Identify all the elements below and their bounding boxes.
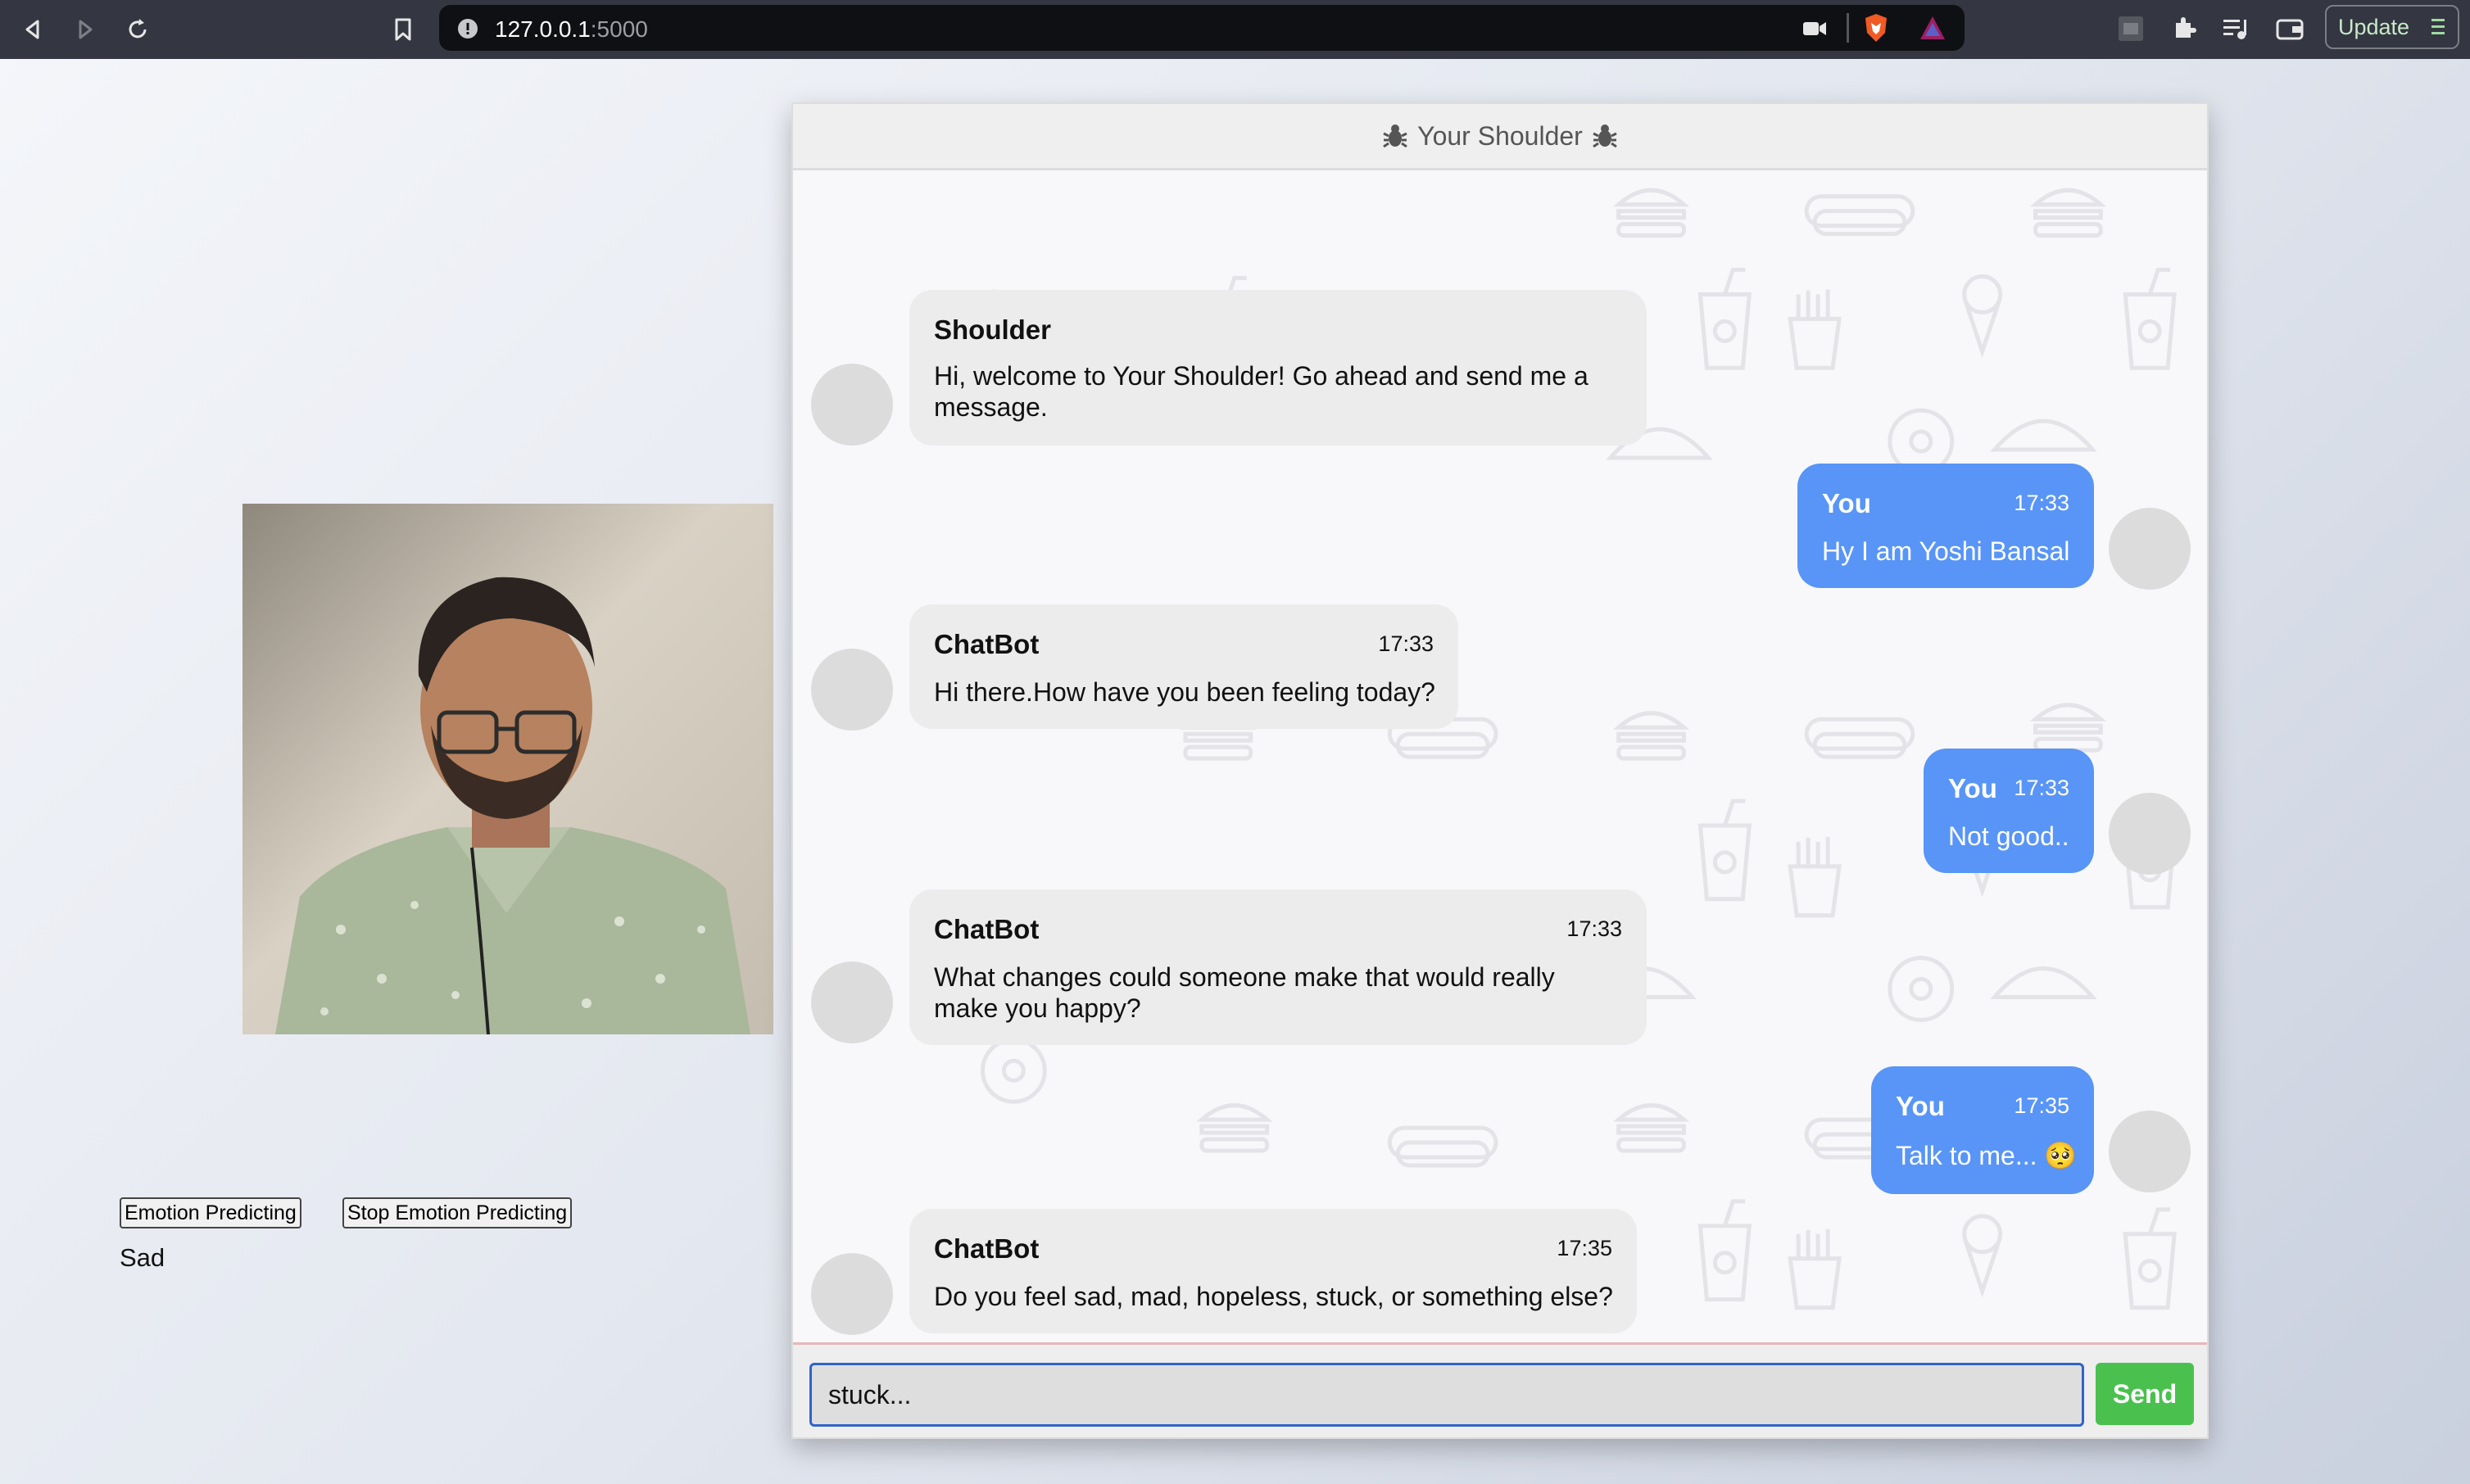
chat-title: Your Shoulder: [1417, 120, 1583, 151]
message-time: 17:35: [2014, 1093, 2069, 1118]
browser-toolbar: 127.0.0.1:5000 Update: [0, 0, 2470, 59]
chat-header: Your Shoulder: [793, 104, 2207, 170]
message-time: 17:33: [2014, 491, 2069, 515]
back-icon[interactable]: [15, 11, 51, 48]
message-sender: You: [1896, 1091, 1945, 1121]
message-text: Hi there.How have you been feeling today…: [934, 677, 1435, 707]
message-sender: ChatBot: [934, 629, 1040, 659]
message-time: 17:33: [1378, 631, 1434, 656]
screen-capture-icon[interactable]: [2117, 15, 2145, 47]
message-text: Not good..: [1948, 821, 2069, 851]
bug-icon: [1383, 124, 1408, 148]
message-sender: Shoulder: [934, 314, 1052, 345]
send-button[interactable]: Send: [2096, 1363, 2194, 1425]
message-sender: You: [1822, 488, 1871, 518]
emotion-predicting-button[interactable]: Emotion Predicting: [120, 1197, 301, 1228]
message-time: 17:33: [1566, 916, 1622, 941]
reload-icon[interactable]: [120, 11, 156, 48]
message-sender: ChatBot: [934, 1233, 1040, 1264]
update-button[interactable]: Update: [2325, 5, 2459, 49]
emotion-predicting-label: Emotion Predicting: [125, 1201, 297, 1224]
url-port: :5000: [590, 16, 648, 42]
message-bubble: You 17:33 Hy I am Yoshi Bansal: [1797, 464, 2094, 588]
message-input[interactable]: [809, 1363, 2084, 1427]
address-bar[interactable]: 127.0.0.1:5000: [439, 5, 1965, 51]
user-avatar: [2109, 1111, 2191, 1192]
stop-emotion-predicting-label: Stop Emotion Predicting: [347, 1201, 568, 1224]
message-text: Do you feel sad, mad, hopeless, stuck, o…: [934, 1282, 1613, 1311]
message-sender: ChatBot: [934, 914, 1040, 944]
chat-messages[interactable]: Shoulder Hi, welcome to Your Shoulder! G…: [793, 170, 2207, 1439]
update-label: Update: [2338, 14, 2410, 39]
webcam-feed: [242, 504, 773, 1034]
url-divider: [1847, 13, 1849, 43]
message-bubble: ChatBot 17:33 What changes could someone…: [909, 889, 1647, 1045]
bug-icon: [1592, 124, 1617, 148]
message-text: Talk to me... 🥺: [1896, 1141, 2078, 1170]
bot-avatar: [811, 961, 893, 1043]
message-text: Hi, welcome to Your Shoulder! Go ahead a…: [934, 361, 1589, 422]
menu-icon: [2430, 16, 2446, 43]
message-text: Hy I am Yoshi Bansal: [1822, 536, 2070, 566]
message-bubble: ChatBot 17:33 Hi there.How have you been…: [909, 604, 1458, 729]
bookmark-icon[interactable]: [385, 11, 421, 48]
bot-avatar: [811, 649, 893, 731]
forward-icon[interactable]: [67, 11, 103, 48]
detected-emotion: Sad: [120, 1243, 165, 1272]
message-bubble: You 17:33 Not good..: [1924, 749, 2094, 873]
camera-icon[interactable]: [1802, 20, 1827, 42]
wallet-icon[interactable]: [2276, 16, 2304, 45]
message-text: What changes could someone make that wou…: [934, 962, 1555, 1023]
url-host: 127.0.0.1: [495, 16, 591, 42]
message-sender: You: [1948, 773, 1997, 803]
message-time: 17:33: [2014, 776, 2069, 800]
stop-emotion-predicting-button[interactable]: Stop Emotion Predicting: [342, 1197, 573, 1228]
url-text: 127.0.0.1:5000: [495, 16, 648, 43]
message-time: 17:35: [1557, 1236, 1612, 1260]
site-info-icon[interactable]: [457, 18, 478, 43]
bot-avatar: [811, 1253, 893, 1335]
message-bubble: Shoulder Hi, welcome to Your Shoulder! G…: [909, 290, 1647, 446]
user-avatar: [2109, 508, 2191, 590]
message-composer: Send: [793, 1342, 2207, 1437]
message-bubble: ChatBot 17:35 Do you feel sad, mad, hope…: [909, 1209, 1637, 1333]
user-avatar: [2109, 793, 2191, 875]
bot-avatar: [811, 364, 893, 446]
playlist-icon[interactable]: [2222, 16, 2250, 45]
brave-rewards-icon[interactable]: [1919, 15, 1947, 45]
chat-panel: Your Shoulder Shoulder Hi, welcome to Yo…: [791, 102, 2209, 1439]
extensions-icon[interactable]: [2171, 15, 2197, 45]
webcam-person-image: [242, 504, 773, 1034]
message-bubble: You 17:35 Talk to me... 🥺: [1871, 1066, 2094, 1194]
brave-shield-icon[interactable]: [1863, 13, 1889, 47]
